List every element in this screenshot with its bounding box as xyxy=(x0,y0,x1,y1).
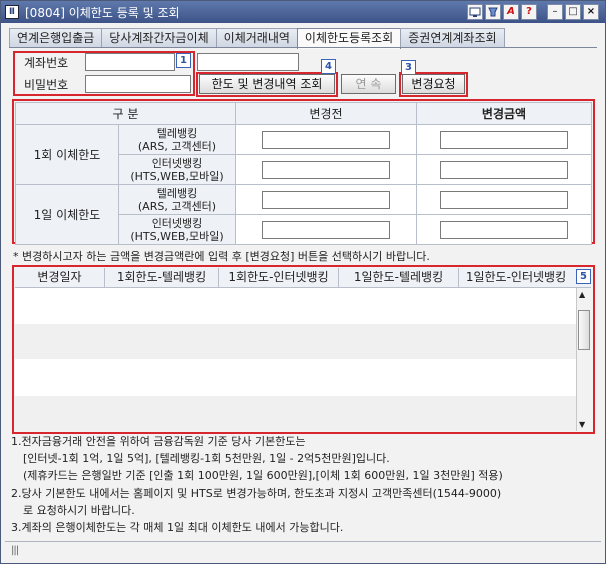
channel-telebanking: 텔레뱅킹 (ARS, 고객센터) xyxy=(118,184,236,215)
tab-transfer-limit[interactable]: 이체한도등록조회 xyxy=(296,28,402,49)
badge-4: 4 xyxy=(321,59,336,74)
account-label: 계좌번호 xyxy=(24,56,69,70)
channel-internet: 인터넷뱅킹 (HTS,WEB,모바일) xyxy=(118,154,236,185)
badge-3: 3 xyxy=(401,60,416,75)
maximize-icon[interactable]: □ xyxy=(565,4,581,20)
pin-icon[interactable] xyxy=(485,4,501,20)
scroll-up-icon[interactable]: ▲ xyxy=(579,290,585,299)
title-bar: Ⅱ [0804] 이체한도 등록 및 조회 A ? – □ × xyxy=(1,1,605,23)
table-row[interactable] xyxy=(15,324,591,360)
table-row[interactable] xyxy=(15,360,591,396)
tab-divider xyxy=(9,47,597,48)
before-amount-field xyxy=(262,190,390,209)
screen-icon[interactable] xyxy=(467,4,483,20)
info-line: (제휴카드는 은행일반 기준 [인출 1회 100만원, 1일 600만원],[… xyxy=(23,469,503,483)
table-row[interactable] xyxy=(15,288,591,324)
badge-1: 1 xyxy=(176,53,191,68)
password-label: 비밀번호 xyxy=(24,78,69,92)
instruction-note: * 변경하시고자 하는 금액을 변경금액란에 입력 후 [변경요청] 버튼을 선… xyxy=(13,250,430,263)
col-per-internet[interactable]: 1회한도-인터넷뱅킹 xyxy=(219,268,339,287)
history-grid: 변경일자 1회한도-텔레뱅킹 1회한도-인터넷뱅킹 1일한도-텔레뱅킹 1일한도… xyxy=(15,268,591,431)
query-button[interactable]: 한도 및 변경내역 조회 xyxy=(199,74,335,94)
header-before: 변경전 xyxy=(235,102,417,125)
badge-5: 5 xyxy=(576,269,591,284)
close-icon[interactable]: × xyxy=(583,4,599,20)
change-amount-input[interactable] xyxy=(440,190,568,209)
header-category: 구 분 xyxy=(15,102,236,125)
before-amount-field xyxy=(262,160,390,179)
header-change-amount: 변경금액 xyxy=(416,102,592,125)
info-line: 2.당사 기본한도 내에서는 홈페이지 및 HTS로 변경가능하며, 한도초과 … xyxy=(11,486,502,500)
channel-telebanking: 텔레뱅킹 (ARS, 고객센터) xyxy=(118,124,236,155)
change-request-button[interactable]: 변경요청 xyxy=(402,74,465,94)
tab-bank-transfer[interactable]: 연계은행입출금 xyxy=(9,28,103,48)
change-amount-input[interactable] xyxy=(440,160,568,179)
tab-account-transfer[interactable]: 당사계좌간자금이체 xyxy=(101,28,217,48)
status-bar: ||| xyxy=(5,541,601,559)
limit-table: 구 분 변경전 변경금액 1회 이체한도 텔레뱅킹 (ARS, 고객센터) 인터넷… xyxy=(15,102,592,245)
col-day-tele[interactable]: 1일한도-텔레뱅킹 xyxy=(339,268,459,287)
info-line: [인터넷-1회 1억, 1일 5억], [텔레뱅킹-1회 5천만원, 1일 - … xyxy=(23,452,390,466)
before-amount-field xyxy=(262,220,390,239)
tab-bar: 연계은행입출금 당사계좌간자금이체 이체거래내역 이체한도등록조회 증권연계계좌… xyxy=(9,28,505,49)
pdf-icon[interactable]: A xyxy=(503,4,519,20)
scroll-thumb[interactable] xyxy=(578,310,590,350)
tab-linked-account[interactable]: 증권연계계좌조회 xyxy=(400,28,505,48)
tab-transfer-history[interactable]: 이체거래내역 xyxy=(215,28,298,48)
col-change-date[interactable]: 변경일자 xyxy=(15,268,105,287)
minimize-icon[interactable]: – xyxy=(547,4,563,20)
table-row[interactable] xyxy=(15,396,591,431)
before-amount-field xyxy=(262,130,390,149)
window-title: [0804] 이체한도 등록 및 조회 xyxy=(25,5,180,20)
group-per-transfer: 1회 이체한도 xyxy=(15,124,119,185)
account-input[interactable] xyxy=(85,53,175,71)
info-notes: 1.전자금융거래 안전을 위하여 금융감독원 기준 당사 기본한도는 [인터넷-… xyxy=(11,433,503,536)
grid-header: 변경일자 1회한도-텔레뱅킹 1회한도-인터넷뱅킹 1일한도-텔레뱅킹 1일한도… xyxy=(15,268,591,288)
info-line: 1.전자금융거래 안전을 위하여 금융감독원 기준 당사 기본한도는 xyxy=(11,435,306,448)
group-per-day: 1일 이체한도 xyxy=(15,184,119,245)
change-amount-input[interactable] xyxy=(440,220,568,239)
resize-grip-icon[interactable]: ||| xyxy=(11,545,19,556)
col-day-internet[interactable]: 1일한도-인터넷뱅킹 xyxy=(459,268,573,287)
continue-button[interactable]: 연 속 xyxy=(341,74,396,94)
help-icon[interactable]: ? xyxy=(521,4,537,20)
app-icon: Ⅱ xyxy=(5,5,19,19)
info-line: 3.계좌의 은행이체한도는 각 매체 1일 최대 이체한도 내에서 가능합니다. xyxy=(11,521,344,535)
change-amount-input[interactable] xyxy=(440,130,568,149)
password-input[interactable] xyxy=(85,75,191,93)
info-line: 로 요청하시기 바랍니다. xyxy=(23,503,135,517)
account-name-field xyxy=(197,53,299,71)
scroll-down-icon[interactable]: ▼ xyxy=(579,420,585,429)
col-per-tele[interactable]: 1회한도-텔레뱅킹 xyxy=(105,268,219,287)
channel-internet: 인터넷뱅킹 (HTS,WEB,모바일) xyxy=(118,214,236,245)
grid-scrollbar[interactable]: ▲ ▼ xyxy=(576,288,591,431)
app-window: Ⅱ [0804] 이체한도 등록 및 조회 A ? – □ × 연계은행입출금 … xyxy=(0,0,606,564)
